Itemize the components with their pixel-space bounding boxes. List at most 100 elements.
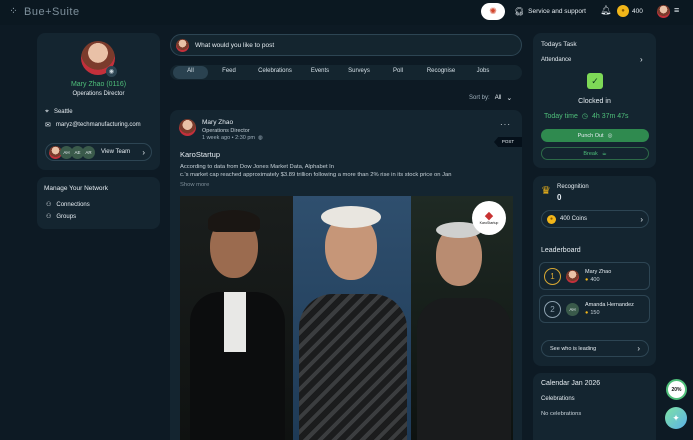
rank-badge: 2 — [544, 300, 561, 318]
sparkle-icon: ✦ — [672, 412, 680, 423]
network-title: Manage Your Network — [44, 185, 108, 192]
coin-icon: ● — [547, 214, 556, 224]
assistant-bubble[interactable]: ✦ — [665, 407, 687, 429]
break-button[interactable]: Break ☕︎ — [541, 147, 649, 160]
progress-widget[interactable]: 20% — [666, 379, 687, 400]
portrait-left — [180, 196, 293, 440]
groups-link[interactable]: ⚇ Groups — [46, 213, 77, 221]
bell-icon[interactable]: 🔔︎ — [600, 5, 611, 16]
filter-tab-all[interactable]: All — [173, 66, 208, 79]
brand-logo[interactable]: Bue+Suite — [24, 6, 80, 18]
email-text[interactable]: maryz@techmanufacturing.com — [56, 122, 141, 128]
progress-value: 20% — [671, 386, 682, 393]
fire-icon: ✺ — [489, 6, 497, 16]
punch-out-button[interactable]: Punch Out ◎ — [541, 129, 649, 142]
calendar-card: Calendar Jan 2026 Celebrations No celebr… — [533, 373, 656, 440]
profile-title: Operations Director — [72, 91, 125, 97]
composer-placeholder: What would you like to post — [195, 42, 275, 49]
no-celebrations-text: No celebrations — [541, 411, 582, 417]
post-author-name[interactable]: Mary Zhao — [202, 119, 233, 126]
coins-count: 400 — [632, 7, 643, 15]
portrait-center — [293, 196, 411, 440]
recognition-count: 0 — [557, 193, 562, 202]
leaderboard-entry[interactable]: 2 AH Amanda Hernandez ● 150 — [539, 295, 650, 323]
coffee-icon: ☕︎ — [601, 150, 607, 157]
post-author-avatar[interactable] — [179, 119, 196, 136]
attendance-status: Clocked in — [578, 98, 611, 105]
filter-tab-jobs[interactable]: Jobs — [468, 66, 498, 76]
top-bar: ⁘ Bue+Suite ✺ 🎧︎ Service and support 🔔︎ … — [0, 0, 693, 25]
network-card: Manage Your Network ⚇ Connections ⚇ Grou… — [37, 177, 160, 229]
coin-icon: ● — [617, 5, 629, 17]
chevron-right-icon: › — [142, 147, 145, 157]
post-card: Mary Zhao Operations Director 1 week ago… — [170, 110, 522, 440]
user-avatar[interactable] — [657, 5, 670, 18]
apps-grid-icon[interactable]: ⁘ — [8, 6, 19, 17]
today-time-value: 4h 37m 47s — [591, 112, 629, 120]
post-composer[interactable]: What would you like to post — [170, 34, 522, 56]
calendar-title: Calendar Jan 2026 — [541, 380, 601, 387]
leaderboard-entry[interactable]: 1 Mary Zhao ● 400 — [539, 262, 650, 290]
today-time-label: Today time — [544, 112, 578, 120]
chevron-right-icon: › — [637, 344, 640, 353]
profile-location: ⌖ Seattle — [45, 108, 73, 116]
clock-icon: ◷ — [581, 113, 588, 120]
rank-badge: 1 — [544, 267, 561, 285]
sort-label: Sort by: — [469, 95, 490, 101]
todays-task-card: Todays Task Attendance › ✓ Clocked in To… — [533, 33, 656, 168]
sort-control[interactable]: Sort by: All ⌄ — [469, 94, 512, 102]
coins-button[interactable]: ● 400 Coins › — [541, 210, 649, 228]
post-text-line2: c.'s market cap reached approximately $3… — [180, 172, 452, 178]
recognition-card: ♛ Recognition 0 ● 400 Coins › Leaderboar… — [533, 176, 656, 366]
service-support-label: Service and support — [528, 8, 586, 15]
quick-action-button[interactable]: ✺ — [481, 3, 505, 20]
leaderboard-title: Leaderboard — [541, 247, 581, 254]
camera-icon[interactable]: ◉ — [106, 66, 117, 77]
celebrations-label: Celebrations — [541, 396, 575, 402]
post-author-title: Operations Director — [202, 128, 250, 134]
profile-card: ◉ Mary Zhao (0116) Operations Director ⌖… — [37, 33, 160, 170]
team-member-avatar: AR — [82, 145, 95, 159]
leader-avatar: AH — [566, 302, 579, 316]
see-leading-button[interactable]: See who is leading › — [541, 340, 649, 357]
connections-link[interactable]: ⚇ Connections — [46, 201, 90, 209]
coins-balance[interactable]: ● 400 — [617, 5, 643, 17]
location-pin-icon: ⌖ — [45, 108, 49, 115]
post-more-icon[interactable]: ··· — [500, 120, 511, 129]
composer-avatar — [176, 39, 189, 52]
filter-tab-celebrations[interactable]: Celebrations — [248, 66, 302, 76]
post-image[interactable]: ◆ KaroStartup — [180, 196, 513, 440]
filter-tab-feed[interactable]: Feed — [212, 66, 246, 76]
connections-label: Connections — [56, 201, 90, 208]
filter-tab-poll[interactable]: Poll — [384, 66, 412, 76]
groups-label: Groups — [56, 213, 77, 220]
view-team-button[interactable]: AH AE AR View Team › — [45, 143, 152, 161]
people-icon: ⚇ — [46, 202, 52, 208]
see-leading-label: See who is leading — [550, 345, 597, 352]
filter-tab-surveys[interactable]: Surveys — [341, 66, 377, 76]
location-text: Seattle — [53, 109, 73, 115]
todays-task-title: Todays Task — [541, 41, 577, 48]
show-more-link[interactable]: Show more — [180, 182, 209, 188]
recognition-label: Recognition — [557, 184, 589, 190]
leader-points: 400 — [590, 277, 600, 283]
attendance-label: Attendance — [541, 57, 572, 63]
service-support-link[interactable]: 🎧︎ Service and support — [514, 7, 586, 16]
post-text-line1: According to data from Dow Jones Market … — [180, 164, 335, 170]
leader-name: Amanda Hernandez — [585, 302, 634, 308]
coins-label: 400 Coins — [560, 216, 588, 222]
menu-icon[interactable]: ≡ — [674, 5, 679, 15]
calendar-check-icon: ✓ — [587, 73, 603, 89]
profile-email: ✉︎ maryz@techmanufacturing.com — [45, 121, 141, 129]
break-label: Break — [583, 150, 598, 157]
coin-icon: ● — [585, 277, 589, 283]
leader-points: 150 — [590, 310, 600, 316]
chevron-right-icon[interactable]: › — [640, 55, 643, 64]
today-time: Today time ◷ 4h 37m 47s — [544, 112, 629, 121]
leader-name: Mary Zhao — [585, 269, 612, 275]
view-team-label: View Team — [101, 149, 131, 155]
filter-tab-events[interactable]: Events — [304, 66, 336, 76]
post-headline: KaroStartup — [180, 150, 221, 159]
feed-filter-bar: All Feed Celebrations Events Surveys Pol… — [170, 65, 522, 80]
filter-tab-recognise[interactable]: Recognise — [419, 66, 463, 76]
